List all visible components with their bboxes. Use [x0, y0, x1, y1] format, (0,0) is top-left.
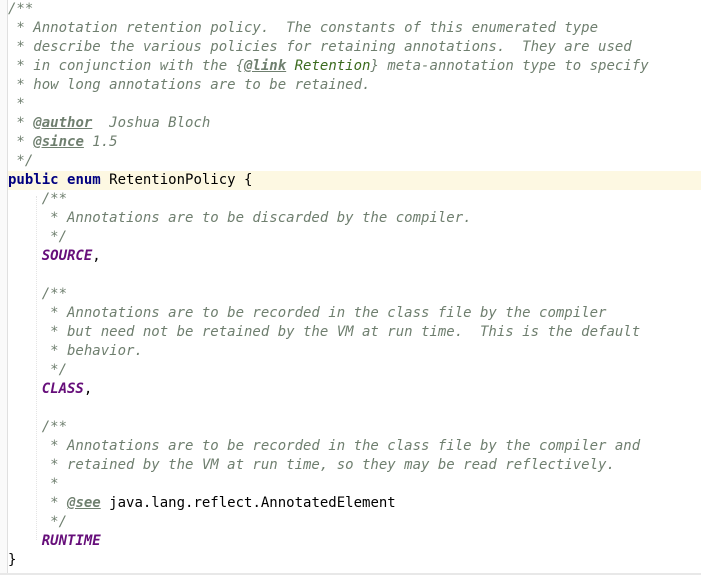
- code-token: */: [8, 229, 68, 245]
- code-token: *: [8, 476, 59, 492]
- code-line[interactable]: * retained by the VM at run time, so the…: [8, 456, 701, 475]
- code-token: *: [8, 495, 68, 511]
- code-line[interactable]: * Annotations are to be discarded by the…: [8, 209, 701, 228]
- code-line[interactable]: * Annotations are to be recorded in the …: [8, 437, 701, 456]
- code-token: } meta-annotation type to specify: [370, 58, 649, 74]
- code-line[interactable]: * but need not be retained by the VM at …: [8, 323, 701, 342]
- code-token: Joshua Bloch: [92, 115, 211, 131]
- code-token: *: [8, 96, 25, 112]
- code-token: * in conjunction with the {: [8, 58, 245, 74]
- code-token: }: [8, 552, 17, 568]
- code-line[interactable]: * @since 1.5: [8, 133, 701, 152]
- code-token: ,: [83, 381, 93, 397]
- code-token: @see: [67, 495, 101, 511]
- code-line[interactable]: */: [8, 361, 701, 380]
- code-token: * but need not be retained by the VM at …: [8, 324, 641, 340]
- code-line[interactable]: * behavior.: [8, 342, 701, 361]
- code-area[interactable]: /** * Annotation retention policy. The c…: [8, 0, 701, 570]
- code-line[interactable]: */: [8, 513, 701, 532]
- code-token: enum: [67, 172, 101, 188]
- code-editor[interactable]: /** * Annotation retention policy. The c…: [0, 0, 701, 575]
- code-line[interactable]: [8, 266, 701, 285]
- code-token: @author: [33, 115, 93, 131]
- code-token: * how long annotations are to be retaine…: [8, 77, 371, 93]
- code-token: @since: [33, 134, 84, 150]
- code-line[interactable]: RUNTIME: [8, 532, 701, 551]
- code-line[interactable]: * @author Joshua Bloch: [8, 114, 701, 133]
- code-line[interactable]: *: [8, 95, 701, 114]
- code-line[interactable]: [8, 399, 701, 418]
- code-line[interactable]: CLASS,: [8, 380, 701, 399]
- code-token: *: [8, 115, 34, 131]
- code-token: /**: [8, 1, 34, 17]
- code-line[interactable]: * Annotations are to be recorded in the …: [8, 304, 701, 323]
- code-line[interactable]: * how long annotations are to be retaine…: [8, 76, 701, 95]
- code-token: SOURCE: [41, 248, 93, 264]
- code-token: java.lang.reflect.AnnotatedElement: [100, 495, 396, 511]
- code-token: /**: [8, 419, 68, 435]
- code-token: */: [8, 362, 68, 378]
- code-token: /**: [8, 286, 68, 302]
- code-token: * behavior.: [8, 343, 143, 359]
- code-token: *: [8, 134, 34, 150]
- code-token: RUNTIME: [41, 533, 101, 549]
- code-line[interactable]: *: [8, 475, 701, 494]
- code-line[interactable]: public enum RetentionPolicy {: [8, 171, 701, 190]
- code-line[interactable]: /**: [8, 418, 701, 437]
- code-line[interactable]: }: [8, 551, 701, 570]
- code-line[interactable]: * describe the various policies for reta…: [8, 38, 701, 57]
- code-token: /**: [8, 191, 68, 207]
- code-line[interactable]: /**: [8, 285, 701, 304]
- code-token: * Annotations are to be recorded in the …: [8, 305, 607, 321]
- code-line[interactable]: /**: [8, 0, 701, 19]
- code-line[interactable]: * Annotation retention policy. The const…: [8, 19, 701, 38]
- code-token: ,: [92, 248, 101, 264]
- code-line[interactable]: * in conjunction with the {@link Retenti…: [8, 57, 701, 76]
- code-token: public: [8, 172, 59, 188]
- code-token: Retention: [286, 58, 371, 74]
- code-token: */: [8, 514, 68, 530]
- code-token: * retained by the VM at run time, so the…: [8, 457, 615, 473]
- code-line[interactable]: */: [8, 228, 701, 247]
- code-token: * Annotation retention policy. The const…: [8, 20, 599, 36]
- code-token: CLASS: [41, 381, 84, 397]
- code-token: @link: [244, 58, 287, 74]
- code-line[interactable]: */: [8, 152, 701, 171]
- code-token: 1.5: [83, 134, 118, 150]
- code-line[interactable]: /**: [8, 190, 701, 209]
- code-token: RetentionPolicy {: [100, 172, 253, 188]
- code-line[interactable]: * @see java.lang.reflect.AnnotatedElemen…: [8, 494, 701, 513]
- code-line[interactable]: SOURCE,: [8, 247, 701, 266]
- code-token: * describe the various policies for reta…: [8, 39, 632, 55]
- code-token: */: [8, 153, 34, 169]
- code-token: * Annotations are to be recorded in the …: [8, 438, 641, 454]
- code-token: * Annotations are to be discarded by the…: [8, 210, 472, 226]
- editor-gutter[interactable]: [0, 0, 8, 575]
